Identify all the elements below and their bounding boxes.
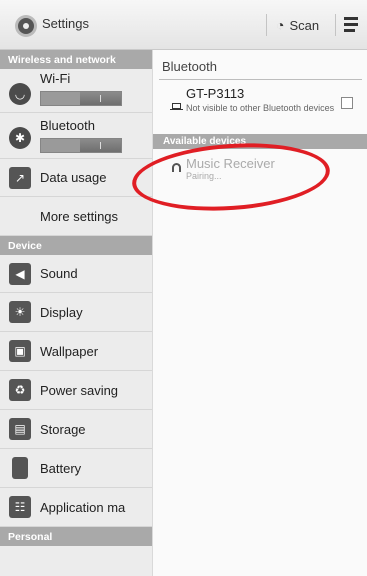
wifi-icon: ◡ <box>9 83 31 105</box>
available-devices-header: Available devices <box>153 134 367 149</box>
sidebar-item-more-settings[interactable]: More settings <box>0 197 152 236</box>
device-visibility: Not visible to other Bluetooth devices <box>186 103 335 113</box>
sidebar-item-bluetooth[interactable]: ✱ Bluetooth <box>0 113 152 159</box>
wifi-toggle[interactable] <box>40 91 122 106</box>
sidebar-item-data-usage[interactable]: ↗ Data usage <box>0 159 152 197</box>
grid-icon: ☷ <box>9 496 31 518</box>
sidebar-item-sound[interactable]: ◀ Sound <box>0 255 152 293</box>
bluetooth-icon: ✱ <box>9 127 31 149</box>
sidebar-item-label: Battery <box>40 461 82 476</box>
sidebar-item-label: More settings <box>40 209 119 224</box>
display-icon: ☀ <box>9 301 31 323</box>
scan-label: Scan <box>289 17 320 33</box>
scan-button[interactable]: ◔ Scan <box>276 14 319 36</box>
section-header-device: Device <box>0 236 152 255</box>
sidebar-item-label: Power saving <box>40 383 119 398</box>
divider <box>266 14 267 36</box>
sidebar-item-label: Storage <box>40 422 86 437</box>
scan-icon: ◔ <box>276 17 285 33</box>
sidebar-item-label: Display <box>40 305 83 320</box>
gear-icon <box>18 18 34 34</box>
device-name: GT-P3113 <box>186 86 245 101</box>
visibility-checkbox[interactable] <box>341 97 353 109</box>
battery-icon <box>12 457 28 479</box>
action-bar: Settings ◔ Scan <box>0 0 367 50</box>
sidebar-item-label: Wallpaper <box>40 344 99 359</box>
sidebar-item-label: Bluetooth <box>40 118 95 133</box>
chart-icon: ↗ <box>9 167 31 189</box>
bluetooth-toggle[interactable] <box>40 138 122 153</box>
sidebar-item-wallpaper[interactable]: ▣ Wallpaper <box>0 332 152 371</box>
panel-title: Bluetooth <box>162 59 217 74</box>
sidebar-item-label: Application ma <box>40 500 126 515</box>
storage-icon: ▤ <box>9 418 31 440</box>
available-device-name: Music Receiver <box>186 156 275 171</box>
available-device-row[interactable]: Music Receiver Pairing... <box>153 149 367 185</box>
sidebar-item-display[interactable]: ☀ Display <box>0 293 152 332</box>
own-device-row[interactable]: GT-P3113 Not visible to other Bluetooth … <box>153 83 367 127</box>
wallpaper-icon: ▣ <box>9 340 31 362</box>
sidebar-item-wifi[interactable]: ◡ Wi-Fi <box>0 69 152 113</box>
speaker-icon: ◀ <box>9 263 31 285</box>
menu-icon[interactable] <box>344 17 360 33</box>
section-header-wireless: Wireless and network <box>0 50 152 69</box>
sidebar-item-application-manager[interactable]: ☷ Application ma <box>0 488 152 527</box>
power-saving-icon: ♻ <box>9 379 31 401</box>
sidebar-item-label: Data usage <box>40 170 107 185</box>
section-header-personal: Personal <box>0 527 152 546</box>
sidebar-item-power-saving[interactable]: ♻ Power saving <box>0 371 152 410</box>
device-icon <box>170 103 183 110</box>
sidebar-item-battery[interactable]: Battery <box>0 449 152 488</box>
sidebar-item-storage[interactable]: ▤ Storage <box>0 410 152 449</box>
divider <box>335 14 336 36</box>
divider <box>159 79 362 80</box>
settings-sidebar[interactable]: Wireless and network ◡ Wi-Fi ✱ Bluetooth… <box>0 50 152 576</box>
bluetooth-panel: Bluetooth GT-P3113 Not visible to other … <box>152 50 367 576</box>
pairing-status: Pairing... <box>186 171 222 181</box>
app-title: Settings <box>42 16 89 31</box>
sidebar-item-label: Wi-Fi <box>40 71 71 86</box>
headphones-icon <box>172 163 181 172</box>
sidebar-item-label: Sound <box>40 266 78 281</box>
